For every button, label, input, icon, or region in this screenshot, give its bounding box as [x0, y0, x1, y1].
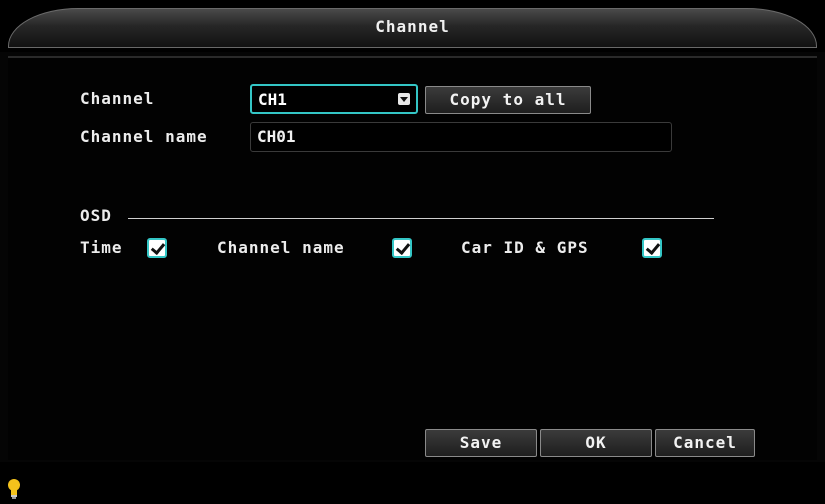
car-id-gps-checkbox[interactable] — [642, 238, 662, 258]
status-bar — [0, 462, 825, 504]
channel-name-field[interactable]: CH01 — [250, 122, 672, 152]
cancel-button[interactable]: Cancel — [655, 429, 755, 457]
channel-select[interactable]: CH1 — [250, 84, 418, 114]
chevron-down-icon — [398, 93, 410, 105]
save-button[interactable]: Save — [425, 429, 537, 457]
osd-channel-name-checkbox[interactable] — [392, 238, 412, 258]
channel-label: Channel — [80, 89, 155, 108]
channel-select-value: CH1 — [258, 90, 287, 109]
dialog-window: Channel Channel CH1 Copy to all Channel … — [0, 0, 825, 504]
channel-name-label: Channel name — [80, 127, 208, 146]
car-id-gps-label: Car ID & GPS — [461, 238, 589, 257]
time-checkbox[interactable] — [147, 238, 167, 258]
osd-channel-name-label: Channel name — [217, 238, 345, 257]
channel-name-value: CH01 — [257, 127, 296, 146]
window-title: Channel — [375, 17, 450, 36]
copy-to-all-button[interactable]: Copy to all — [425, 86, 591, 114]
title-bar: Channel — [0, 0, 825, 52]
lightbulb-icon — [8, 479, 20, 499]
osd-label: OSD — [80, 206, 112, 225]
content-panel — [8, 56, 817, 460]
time-label: Time — [80, 238, 123, 257]
osd-divider — [128, 218, 714, 219]
ok-button[interactable]: OK — [540, 429, 652, 457]
